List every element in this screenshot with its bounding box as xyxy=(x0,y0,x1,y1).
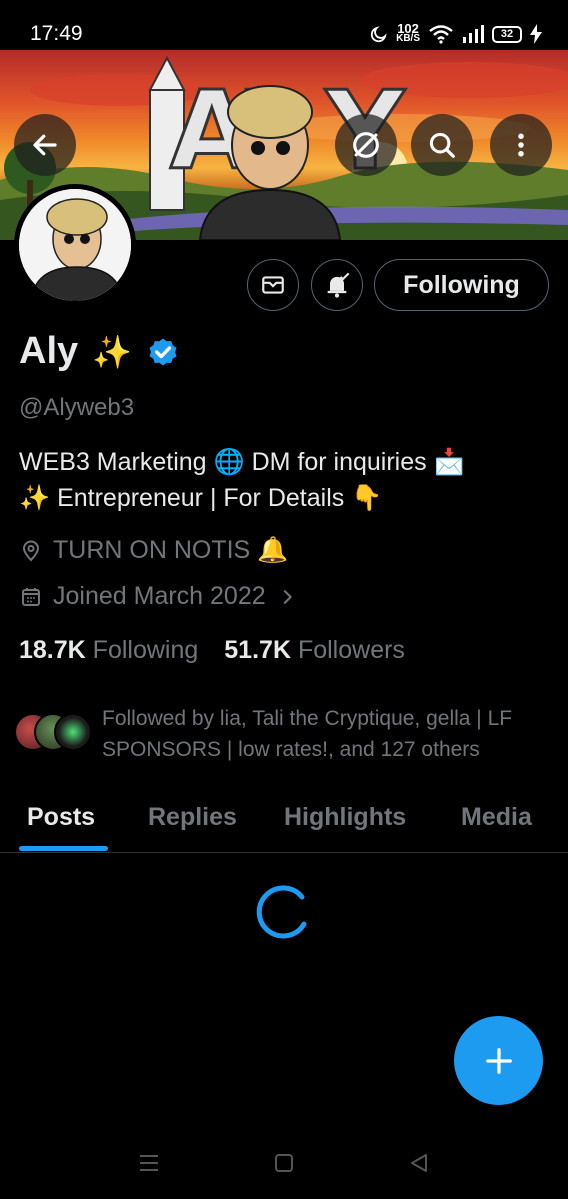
avatar[interactable] xyxy=(14,184,136,306)
wifi-icon xyxy=(429,25,453,44)
back-button[interactable] xyxy=(14,114,76,176)
followed-by[interactable]: Followed by lia, Tali the Cryptique, gel… xyxy=(14,703,562,765)
followers-stat[interactable]: 51.7K Followers xyxy=(224,636,405,665)
follow-stats: 18.7K Following 51.7K Followers xyxy=(19,636,405,665)
compose-post-button[interactable] xyxy=(454,1016,543,1105)
location-text: TURN ON NOTIS 🔔 xyxy=(53,536,289,564)
tab-posts[interactable]: Posts xyxy=(27,803,95,832)
bio: WEB3 Marketing 🌐 DM for inquiries 📩 ✨ En… xyxy=(19,444,549,516)
home-icon[interactable] xyxy=(273,1152,295,1174)
follower-avatar xyxy=(54,713,92,751)
bell-check-icon xyxy=(327,272,350,298)
display-name: Aly xyxy=(19,330,79,372)
battery-icon: 32 xyxy=(492,25,522,43)
location-pin-icon xyxy=(22,540,40,561)
follower-avatars xyxy=(14,713,92,753)
chevron-right-icon xyxy=(283,589,292,604)
signal-icon xyxy=(463,25,484,43)
active-tab-indicator xyxy=(19,846,108,851)
loading-spinner-icon xyxy=(256,885,307,939)
refresh-button[interactable] xyxy=(335,114,397,176)
following-button[interactable]: Following xyxy=(374,259,549,311)
message-button[interactable] xyxy=(247,259,299,311)
name-row: Aly ✨ xyxy=(19,330,180,373)
status-bar: 17:49 102 KB/S 32 xyxy=(0,0,568,50)
plus-icon xyxy=(485,1047,512,1074)
search-icon xyxy=(429,132,455,158)
joined-row[interactable]: Joined March 2022 xyxy=(19,582,298,611)
network-speed: 102 KB/S xyxy=(396,21,420,44)
envelope-icon xyxy=(262,276,284,294)
more-options-button[interactable] xyxy=(490,114,552,176)
handle: @Alyweb3 xyxy=(19,394,135,421)
tab-replies[interactable]: Replies xyxy=(148,803,237,832)
status-time: 17:49 xyxy=(30,22,83,45)
recent-apps-icon[interactable] xyxy=(138,1152,160,1174)
back-nav-icon[interactable] xyxy=(408,1152,430,1174)
calendar-icon xyxy=(22,587,40,606)
refresh-icon xyxy=(353,132,379,158)
verified-badge-icon[interactable] xyxy=(146,335,180,369)
profile-tabs: Posts Replies Highlights Media xyxy=(0,796,568,853)
tab-highlights[interactable]: Highlights xyxy=(284,803,406,832)
search-button[interactable] xyxy=(411,114,473,176)
followed-by-text: Followed by lia, Tali the Cryptique, gel… xyxy=(102,707,513,761)
charging-icon xyxy=(530,24,542,44)
following-stat[interactable]: 18.7K Following xyxy=(19,636,198,665)
notifications-button[interactable] xyxy=(311,259,363,311)
joined-text: Joined March 2022 xyxy=(53,582,266,610)
avatar-image xyxy=(19,189,131,301)
location-row: TURN ON NOTIS 🔔 xyxy=(19,536,288,565)
more-vertical-icon xyxy=(518,133,524,157)
moon-icon xyxy=(370,26,387,43)
bio-line: ✨ Entrepreneur | For Details 👇 xyxy=(19,484,383,512)
system-nav-bar xyxy=(0,1130,568,1199)
name-emoji: ✨ xyxy=(92,333,132,370)
status-icons: 102 KB/S 32 xyxy=(370,20,542,48)
bio-line: WEB3 Marketing 🌐 DM for inquiries 📩 xyxy=(19,448,465,476)
tab-media[interactable]: Media xyxy=(461,803,532,832)
back-arrow-icon xyxy=(33,134,57,156)
